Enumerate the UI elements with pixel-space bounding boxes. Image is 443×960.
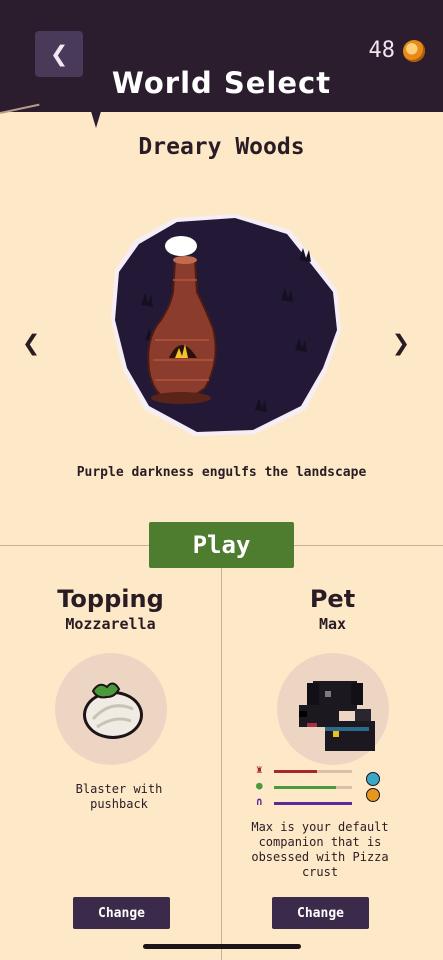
stat-fill-range (274, 786, 337, 789)
pet-heading: Pet (309, 585, 356, 613)
stat-fill-magnet (274, 802, 352, 805)
previous-world-arrow-icon[interactable]: ❮ (22, 326, 40, 361)
mozzarella-icon (82, 682, 143, 739)
range-icon: ● (256, 779, 263, 792)
topping-description: Blaster with pushback (75, 782, 163, 811)
topping-section: Topping Mozzarella (0, 585, 221, 765)
topping-image-frame (54, 653, 167, 765)
pet-name: Max (318, 615, 347, 633)
stat-row-range: ● (256, 779, 356, 792)
world-preview-image (111, 214, 341, 436)
strength-icon: ♜ (256, 763, 263, 776)
change-topping-button[interactable]: Change (73, 897, 170, 929)
topping-heading: Topping (57, 585, 164, 613)
stat-track (274, 802, 352, 805)
next-world-arrow-icon[interactable]: ❯ (392, 326, 410, 361)
change-pet-button[interactable]: Change (272, 897, 369, 929)
stat-row-magnet: ∩ (256, 795, 356, 808)
coin-icon (403, 39, 425, 62)
stat-track (274, 770, 352, 773)
pet-stats: ♜ ● ∩ (256, 763, 386, 808)
stat-fill-strength (274, 770, 317, 773)
page-title: World Select (111, 66, 332, 100)
pet-description: Max is your default companion that is ob… (251, 820, 389, 879)
black-dog-icon (298, 681, 375, 751)
magnet-icon: ∩ (256, 795, 263, 808)
pet-image-frame (276, 653, 389, 765)
world-description: Purple darkness engulfs the landscape (76, 465, 367, 480)
play-button[interactable]: Play (149, 522, 294, 568)
header-pennant (90, 108, 102, 128)
topping-name: Mozzarella (65, 615, 156, 633)
stat-row-strength: ♜ (256, 763, 356, 776)
world-name: Dreary Woods (138, 134, 305, 160)
coin-icon (366, 788, 380, 802)
gem-icon (366, 772, 380, 786)
coin-count: 48 (368, 38, 396, 63)
coin-counter: 48 (368, 38, 425, 63)
home-indicator[interactable] (143, 944, 301, 949)
pet-section: Pet Max (222, 585, 443, 765)
stat-track (274, 786, 352, 789)
